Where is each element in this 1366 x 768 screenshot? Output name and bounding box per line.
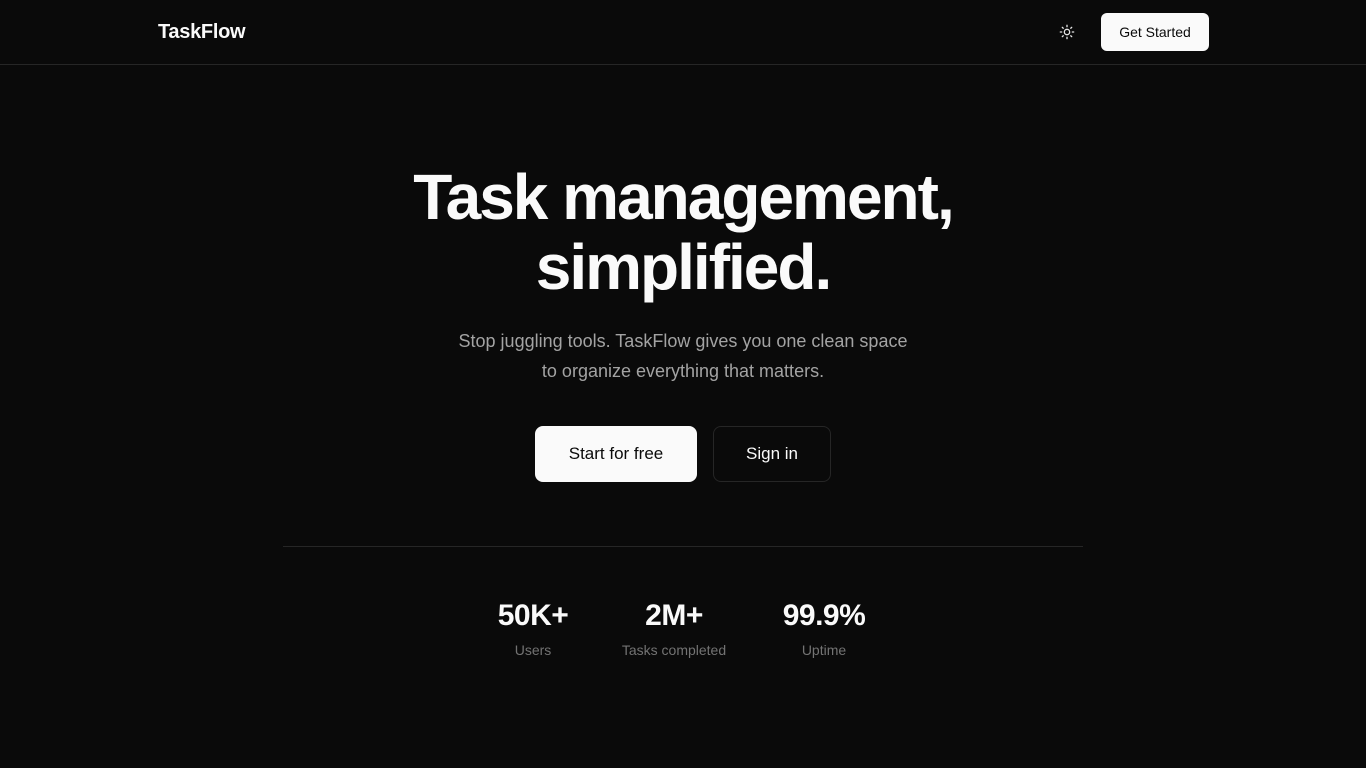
hero-title-line-1: Task management, [413, 161, 954, 233]
stat-value: 99.9% [782, 599, 866, 632]
hero-title-line-2: simplified. [535, 231, 833, 303]
sign-in-button[interactable]: Sign in [713, 426, 831, 482]
stat-value: 2M+ [645, 599, 703, 632]
get-started-button[interactable]: Get Started [1101, 13, 1209, 51]
start-for-free-button[interactable]: Start for free [535, 426, 697, 482]
stat-label: Uptime [801, 642, 847, 658]
site-header: TaskFlow Get Started [0, 0, 1366, 65]
hero-subtitle-line-1: Stop juggling tools. TaskFlow gives you … [458, 331, 908, 351]
hero-subtitle: Stop juggling tools. TaskFlow gives you … [383, 326, 983, 386]
stat-label: Users [514, 642, 552, 658]
sun-icon [1059, 24, 1075, 40]
stat-label: Tasks completed [621, 642, 727, 658]
hero-title: Task management, simplified. [283, 162, 1083, 302]
stat-users: 50K+ Users [483, 598, 583, 659]
brand-logo[interactable]: TaskFlow [158, 20, 246, 44]
section-divider [283, 546, 1083, 547]
stat-value: 50K+ [497, 599, 569, 632]
theme-toggle-button[interactable] [1051, 16, 1083, 48]
stat-tasks-completed: 2M+ Tasks completed [609, 598, 739, 659]
hero-subtitle-line-2: to organize everything that matters. [541, 361, 825, 381]
stat-uptime: 99.9% Uptime [764, 598, 884, 659]
